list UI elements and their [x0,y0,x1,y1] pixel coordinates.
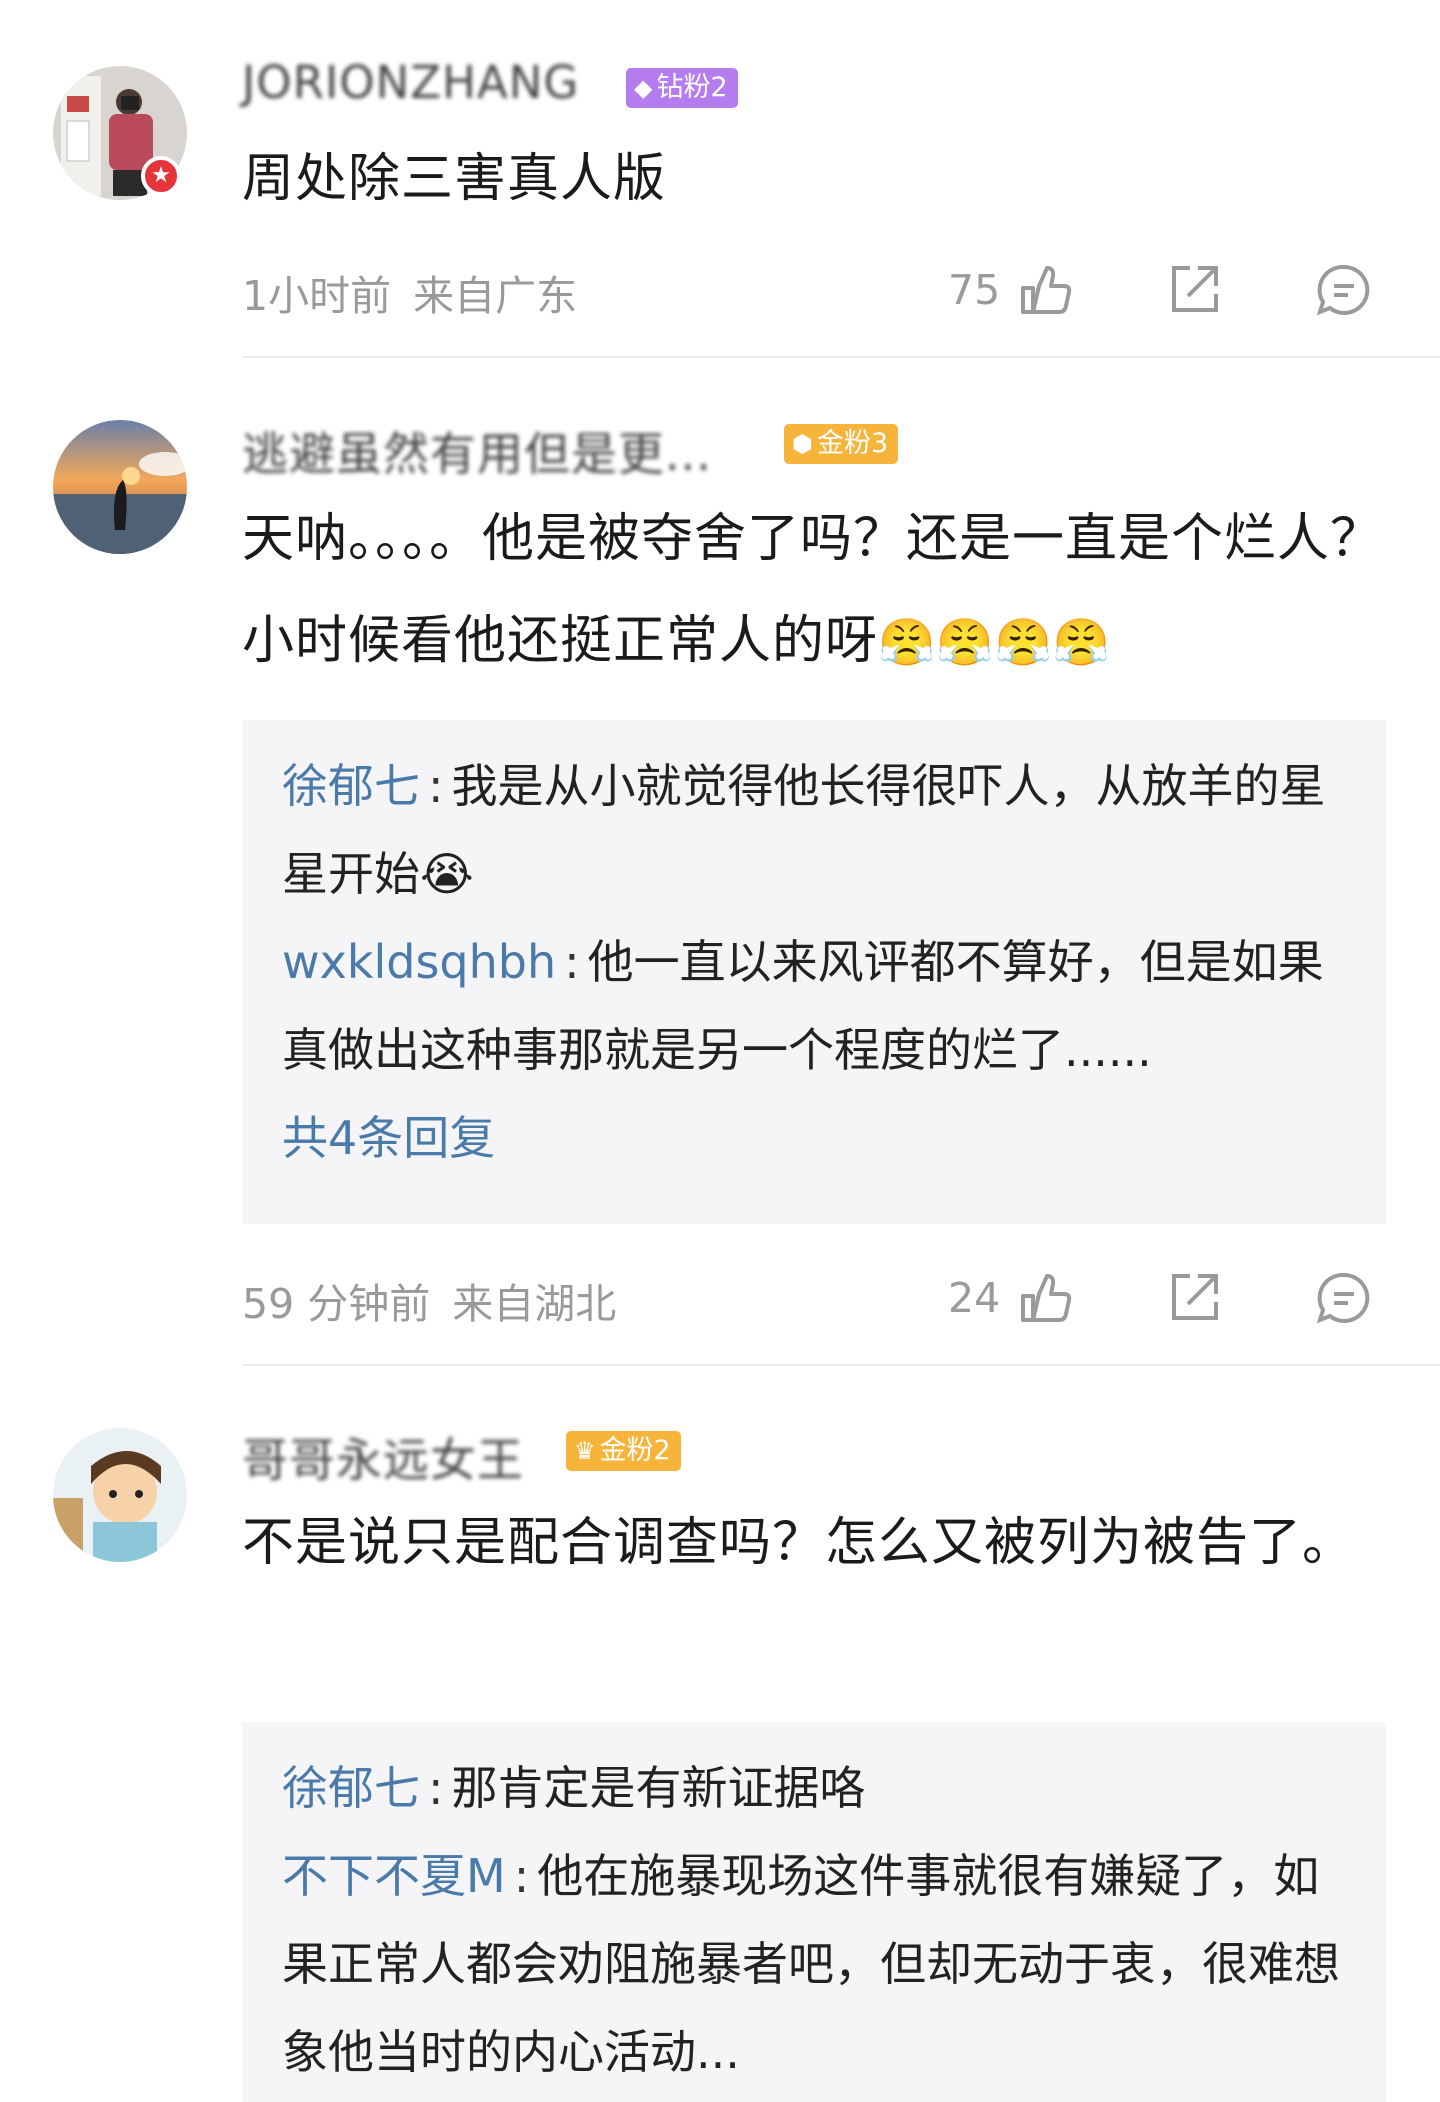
like-count: 24 [948,1274,1001,1322]
reply-text: 那肯定是有新证据咯 [451,1761,866,1815]
fan-level-badge: ◆ 钻粉2 [626,68,738,108]
divider [242,356,1440,358]
reply-item: 徐郁七: 我是从小就觉得他长得很吓人，从放羊的星星开始😭 [242,742,1386,918]
username[interactable]: 哥哥永远女王 [242,1424,524,1490]
diamond-icon: ◆ [634,74,653,102]
comment-text-content: 天呐。。。。他是被夺舍了吗？还是一直是个烂人？小时候看他还挺正常人的呀 [242,509,1384,671]
gold-gem-icon: ⬢ [792,430,813,458]
thumbs-up-icon[interactable] [1017,262,1073,318]
comment-location: 来自广东 [413,272,578,320]
comment-text: 周处除三害真人版 [242,149,667,209]
emoji-face-icon: 😤 [994,615,1053,669]
comment-text: 天呐。。。。他是被夺舍了吗？还是一直是个烂人？小时候看他还挺正常人的呀😤😤😤😤 [242,488,1402,693]
reply-colon: : [513,1849,530,1903]
reply-item: wxkldsqhbh: 他一直以来风评都不算好，但是如果真做出这种事那就是另一个程… [242,918,1386,1094]
emoji-face-icon: 😤 [1052,615,1112,669]
reply-username[interactable]: 徐郁七 [282,1761,420,1815]
fan-level-badge: ♛ 金粉2 [566,1431,681,1471]
fan-level-badge: ⬢ 金粉3 [784,424,899,464]
comment-time: 1小时前 [242,272,392,320]
reply-username[interactable]: 不下不夏M [282,1849,506,1903]
crying-emoji-icon: 😭 [420,847,474,901]
reply-colon: : [428,1761,444,1815]
verified-star-icon: ★ [141,156,181,196]
comment-meta: 1小时前 来自广东 [242,262,599,322]
reply-username[interactable]: wxkldsqhbh [282,935,556,989]
reply-bubble-icon[interactable] [1316,262,1372,318]
reply-preview-box[interactable]: 徐郁七: 我是从小就觉得他长得很吓人，从放羊的星星开始😭 wxkldsqhbh: 他… [242,720,1386,1224]
comment-meta: 59 分钟前 来自湖北 [242,1270,638,1330]
username[interactable]: 逃避虽然有用但是更... [242,418,712,484]
reply-bubble-icon[interactable] [1316,1270,1372,1326]
avatar[interactable] [53,1428,187,1562]
reply-item: 徐郁七: 那肯定是有新证据咯 [242,1744,1386,1832]
reply-colon: : [428,759,444,813]
fan-badge-label: 金粉2 [599,1435,671,1466]
comment-time: 59 分钟前 [242,1280,431,1328]
emoji-face-icon: 😤 [936,615,995,669]
view-all-replies-link[interactable]: 共4条回复 [242,1094,1386,1182]
divider [242,1364,1440,1366]
fan-badge-label: 钻粉2 [656,72,728,103]
emoji-face-icon: 😤 [878,615,937,669]
crown-icon: ♛ [574,1437,596,1465]
reply-colon: : [564,935,580,989]
reply-username[interactable]: 徐郁七 [282,759,420,813]
reply-preview-box[interactable]: 徐郁七: 那肯定是有新证据咯 不下不夏M: 他在施暴现场这件事就很有嫌疑了，如果正常… [242,1722,1386,2102]
avatar[interactable] [53,420,187,554]
share-icon[interactable] [1166,262,1222,318]
reply-item: 不下不夏M: 他在施暴现场这件事就很有嫌疑了，如果正常人都会劝阻施暴者吧，但却无动… [242,1832,1386,2096]
comment-text: 不是说只是配合调查吗？怎么又被列为被告了。 [242,1513,1356,1573]
username[interactable]: JORIONZHANG [242,56,579,109]
comment-location: 来自湖北 [452,1280,617,1328]
fan-badge-label: 金粉3 [816,428,889,459]
thumbs-up-icon[interactable] [1017,1270,1073,1326]
share-icon[interactable] [1166,1270,1222,1326]
like-count: 75 [948,266,1001,314]
